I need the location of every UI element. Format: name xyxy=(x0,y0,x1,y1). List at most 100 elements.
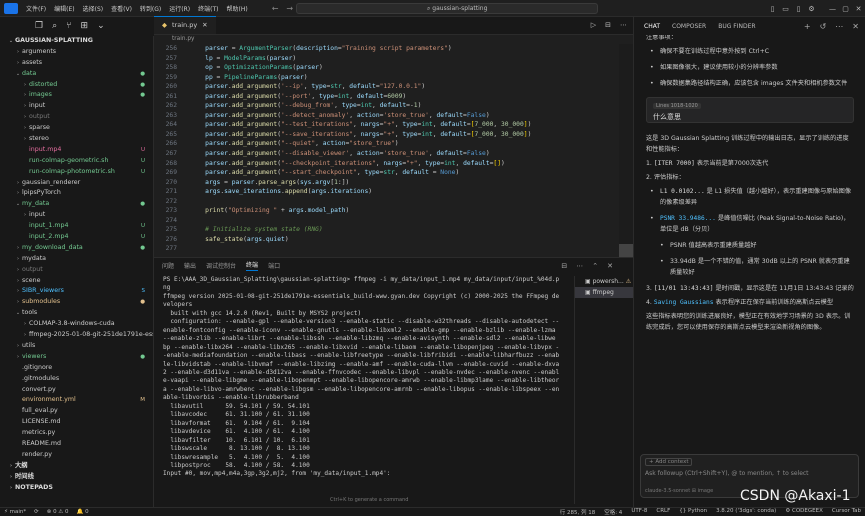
explorer-item[interactable]: ⌄ data ● xyxy=(7,69,153,80)
explorer-item[interactable]: › viewers ● xyxy=(7,352,153,363)
maximize-panel-icon[interactable]: ⌃ xyxy=(592,262,598,270)
explorer-item[interactable]: › lpipsPyTorch xyxy=(7,188,153,199)
chevron-down-icon[interactable]: ⌄ xyxy=(97,21,105,31)
explorer-item[interactable]: › mydata xyxy=(7,254,153,265)
model-selector[interactable]: claude-3.5-sonnet ⊞ image xyxy=(645,488,713,494)
forward-arrow-icon[interactable]: → xyxy=(286,4,293,13)
more-icon[interactable]: ⋯ xyxy=(620,21,627,29)
menu-item[interactable]: 转到(G) xyxy=(136,4,165,13)
explorer-item[interactable]: input_2.mp4 U xyxy=(7,232,153,243)
explorer-item[interactable]: convert.py xyxy=(7,385,153,396)
command-center-search[interactable]: ⌕ gaussian-splatting xyxy=(296,3,598,14)
layout-secondary-icon[interactable]: ▯ xyxy=(792,5,805,13)
menu-item[interactable]: 帮助(H) xyxy=(222,4,251,13)
terminal-output[interactable]: PS E:\AAA_3D_Gaussian_Splatting\gaussian… xyxy=(154,276,572,504)
menu-item[interactable]: 文件(F) xyxy=(22,4,50,13)
explorer-item[interactable]: run-colmap-geometric.sh U xyxy=(7,156,153,167)
status-item[interactable]: 空格: 4 xyxy=(604,508,622,516)
explorer-item[interactable]: › input xyxy=(7,210,153,221)
explorer-section[interactable]: › 大纲 xyxy=(7,461,153,472)
explorer-item[interactable]: › gaussian_renderer xyxy=(7,178,153,189)
add-context-button[interactable]: + Add context xyxy=(645,458,693,466)
explorer-item[interactable]: environment.yml M xyxy=(7,395,153,406)
menu-item[interactable]: 终端(T) xyxy=(194,4,222,13)
explorer-item[interactable]: › my_download_data ● xyxy=(7,243,153,254)
panel-tab[interactable]: 问题 xyxy=(162,261,174,270)
chat-tab[interactable]: CHAT xyxy=(644,23,660,30)
explorer-item[interactable]: .gitmodules xyxy=(7,374,153,385)
menu-item[interactable]: 运行(R) xyxy=(165,4,194,13)
panel-tab[interactable]: 端口 xyxy=(268,261,280,270)
code-view[interactable]: 256 parser = ArgumentParser(description=… xyxy=(154,44,633,257)
minimap[interactable] xyxy=(619,44,633,257)
run-icon[interactable]: ▷ xyxy=(591,21,596,29)
layout-sidebar-icon[interactable]: ▯ xyxy=(766,5,779,13)
explorer-item[interactable]: ⌄ my_data ● xyxy=(7,199,153,210)
panel-tab[interactable]: 输出 xyxy=(184,261,196,270)
close-icon[interactable]: ✕ xyxy=(852,5,865,13)
status-item[interactable]: ⚡ main* xyxy=(4,509,26,515)
layout-panel-icon[interactable]: ▭ xyxy=(779,5,792,13)
panel-tab[interactable]: 调试控制台 xyxy=(206,261,236,270)
breadcrumb-file[interactable]: train.py xyxy=(172,36,194,42)
status-item[interactable]: Cursor Tab xyxy=(832,508,861,516)
explorer-item[interactable]: ›ffmpeg-2025-01-08-git-251de1791e-essent… xyxy=(7,330,153,341)
explorer-item[interactable]: README.md xyxy=(7,439,153,450)
status-item[interactable]: ⟳ xyxy=(34,509,39,515)
status-item[interactable]: {} Python xyxy=(679,508,707,516)
explorer-item[interactable]: full_eval.py xyxy=(7,406,153,417)
explorer-item[interactable]: › scene xyxy=(7,276,153,287)
explorer-section[interactable]: › 时间线 xyxy=(7,472,153,483)
explorer-item[interactable]: metrics.py xyxy=(7,428,153,439)
explorer-item[interactable]: LICENSE.md xyxy=(7,417,153,428)
explorer-item[interactable]: › output xyxy=(7,112,153,123)
status-item[interactable]: 行 285, 列 18 xyxy=(560,508,596,516)
explorer-item[interactable]: › distorted ● xyxy=(7,80,153,91)
explorer-item[interactable]: input_1.mp4 U xyxy=(7,221,153,232)
status-item[interactable]: 🔔 0 xyxy=(77,509,89,515)
close-icon[interactable]: ✕ xyxy=(202,17,207,34)
explorer-item[interactable]: › COLMAP-3.8-windows-cuda xyxy=(7,319,153,330)
explorer-item[interactable]: › SIBR_viewers S xyxy=(7,286,153,297)
explorer-item[interactable]: › output xyxy=(7,265,153,276)
explorer-item[interactable]: › arguments xyxy=(7,47,153,58)
explorer-item[interactable]: › submodules ● xyxy=(7,297,153,308)
panel-tab[interactable]: 终端 xyxy=(246,260,259,271)
explorer-item[interactable]: › sparse xyxy=(7,123,153,134)
chat-tab[interactable]: COMPOSER xyxy=(672,23,706,30)
new-chat-icon[interactable]: + xyxy=(804,22,811,31)
status-item[interactable]: ⊗ 0 ⚠ 0 xyxy=(47,509,69,515)
gear-icon[interactable]: ⚙ xyxy=(805,5,818,13)
explorer-item[interactable]: ⌄ tools xyxy=(7,308,153,319)
explorer-item[interactable]: input.mp4 U xyxy=(7,145,153,156)
minimize-icon[interactable]: — xyxy=(826,5,839,13)
close-icon[interactable]: ✕ xyxy=(852,22,859,31)
menu-item[interactable]: 编辑(E) xyxy=(50,4,78,13)
explorer-item[interactable]: › assets xyxy=(7,58,153,69)
split-editor-icon[interactable]: ⊟ xyxy=(605,21,611,29)
extensions-icon[interactable]: ⊞ xyxy=(81,21,89,31)
explorer-root[interactable]: ⌄ GAUSSIAN-SPLATTING xyxy=(7,36,153,47)
explorer-item[interactable]: .gitignore xyxy=(7,363,153,374)
explorer-item[interactable]: run-colmap-photometric.sh U xyxy=(7,167,153,178)
minimap-slider[interactable] xyxy=(619,244,633,257)
more-icon[interactable]: ⋯ xyxy=(835,22,843,31)
terminal-instance[interactable]: ▣ powersh... ⚠ xyxy=(575,276,633,287)
chat-tab[interactable]: BUG FINDER xyxy=(718,23,755,30)
source-control-icon[interactable]: ⑂ xyxy=(66,21,71,31)
files-icon[interactable]: ❐ xyxy=(35,21,43,31)
explorer-section[interactable]: › NOTEPADS xyxy=(7,483,153,494)
status-item[interactable]: ⚙ CODEGEEX xyxy=(785,508,823,516)
back-arrow-icon[interactable]: ← xyxy=(272,4,279,13)
history-icon[interactable]: ↺ xyxy=(820,22,827,31)
status-item[interactable]: 3.8.20 ('3dgs': conda) xyxy=(716,508,776,516)
explorer-item[interactable]: › utils xyxy=(7,341,153,352)
menu-item[interactable]: 查看(V) xyxy=(107,4,136,13)
more-icon[interactable]: ⋯ xyxy=(576,262,583,270)
terminal-instance[interactable]: ▣ ffmpeg xyxy=(575,287,633,298)
code-reference-chip[interactable]: Lines 1018-1020 xyxy=(653,103,701,109)
explorer-item[interactable]: › input xyxy=(7,101,153,112)
close-panel-icon[interactable]: ✕ xyxy=(607,262,613,270)
search-icon[interactable]: ⌕ xyxy=(52,21,57,31)
user-message[interactable]: Lines 1018-1020 什么意思 xyxy=(646,97,854,123)
